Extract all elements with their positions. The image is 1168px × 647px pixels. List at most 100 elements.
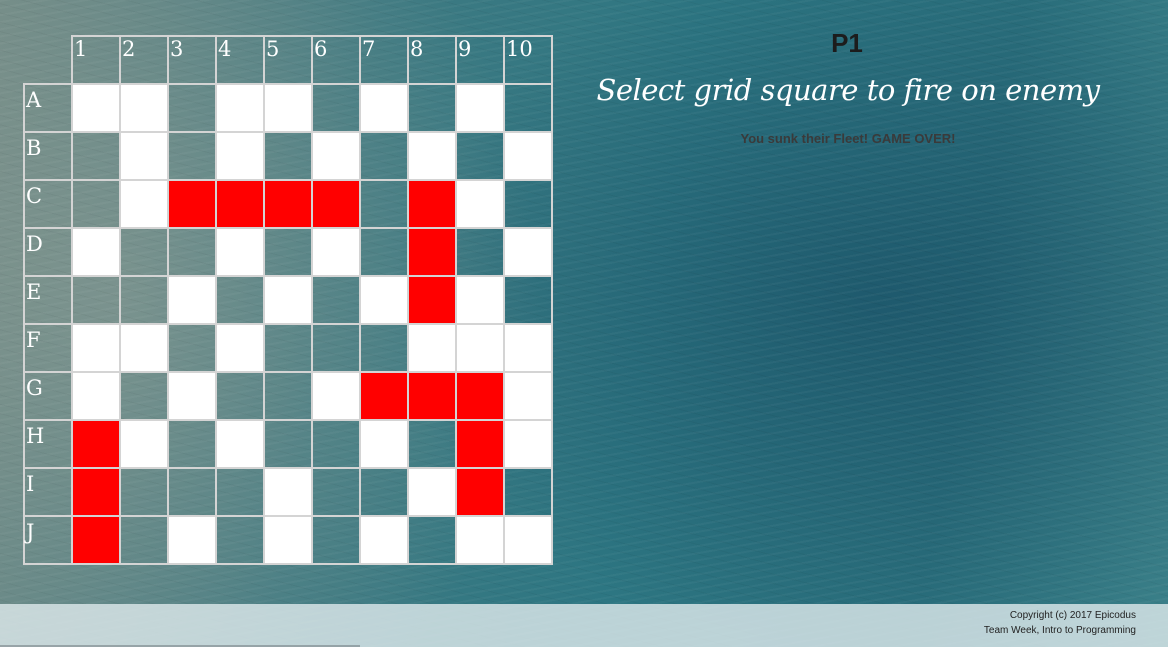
grid-square-C5[interactable] <box>263 179 313 229</box>
grid-square-I1[interactable] <box>71 467 121 517</box>
grid-square-B8[interactable] <box>407 131 457 181</box>
grid-square-B3[interactable] <box>167 131 217 181</box>
grid-square-B1[interactable] <box>71 131 121 181</box>
grid-square-H3[interactable] <box>167 419 217 469</box>
grid-square-G9[interactable] <box>455 371 505 421</box>
grid-square-J10[interactable] <box>503 515 553 565</box>
grid-square-E7[interactable] <box>359 275 409 325</box>
grid-square-A10[interactable] <box>503 83 553 133</box>
grid-square-I2[interactable] <box>119 467 169 517</box>
grid-square-H5[interactable] <box>263 419 313 469</box>
grid-square-H1[interactable] <box>71 419 121 469</box>
grid-square-J3[interactable] <box>167 515 217 565</box>
grid-square-C3[interactable] <box>167 179 217 229</box>
grid-square-J8[interactable] <box>407 515 457 565</box>
grid-square-A4[interactable] <box>215 83 265 133</box>
grid-square-A6[interactable] <box>311 83 361 133</box>
grid-square-D6[interactable] <box>311 227 361 277</box>
grid-square-F10[interactable] <box>503 323 553 373</box>
grid-square-A1[interactable] <box>71 83 121 133</box>
grid-square-C7[interactable] <box>359 179 409 229</box>
grid-square-E8[interactable] <box>407 275 457 325</box>
grid-square-J5[interactable] <box>263 515 313 565</box>
grid-square-A2[interactable] <box>119 83 169 133</box>
grid-square-B9[interactable] <box>455 131 505 181</box>
grid-square-J2[interactable] <box>119 515 169 565</box>
grid-square-D3[interactable] <box>167 227 217 277</box>
grid-square-H7[interactable] <box>359 419 409 469</box>
grid-square-I5[interactable] <box>263 467 313 517</box>
grid-square-B7[interactable] <box>359 131 409 181</box>
grid-square-G6[interactable] <box>311 371 361 421</box>
grid-square-D8[interactable] <box>407 227 457 277</box>
grid-square-J4[interactable] <box>215 515 265 565</box>
grid-square-C4[interactable] <box>215 179 265 229</box>
grid-square-H8[interactable] <box>407 419 457 469</box>
grid-square-C2[interactable] <box>119 179 169 229</box>
grid-square-J6[interactable] <box>311 515 361 565</box>
grid-square-H6[interactable] <box>311 419 361 469</box>
grid-square-G8[interactable] <box>407 371 457 421</box>
grid-square-F5[interactable] <box>263 323 313 373</box>
grid-square-I6[interactable] <box>311 467 361 517</box>
grid-square-C1[interactable] <box>71 179 121 229</box>
grid-square-F7[interactable] <box>359 323 409 373</box>
grid-square-E6[interactable] <box>311 275 361 325</box>
grid-square-I4[interactable] <box>215 467 265 517</box>
grid-square-I3[interactable] <box>167 467 217 517</box>
grid-square-F1[interactable] <box>71 323 121 373</box>
grid-square-G1[interactable] <box>71 371 121 421</box>
grid-square-D1[interactable] <box>71 227 121 277</box>
grid-square-E9[interactable] <box>455 275 505 325</box>
grid-square-C6[interactable] <box>311 179 361 229</box>
grid-square-A3[interactable] <box>167 83 217 133</box>
grid-square-D9[interactable] <box>455 227 505 277</box>
grid-square-D10[interactable] <box>503 227 553 277</box>
grid-square-J1[interactable] <box>71 515 121 565</box>
grid-square-I9[interactable] <box>455 467 505 517</box>
grid-square-B6[interactable] <box>311 131 361 181</box>
grid-square-A9[interactable] <box>455 83 505 133</box>
grid-square-B2[interactable] <box>119 131 169 181</box>
grid-square-F3[interactable] <box>167 323 217 373</box>
grid-square-E2[interactable] <box>119 275 169 325</box>
grid-square-I8[interactable] <box>407 467 457 517</box>
grid-square-D2[interactable] <box>119 227 169 277</box>
grid-square-B5[interactable] <box>263 131 313 181</box>
grid-square-F8[interactable] <box>407 323 457 373</box>
grid-square-A8[interactable] <box>407 83 457 133</box>
grid-square-F9[interactable] <box>455 323 505 373</box>
grid-square-J9[interactable] <box>455 515 505 565</box>
grid-square-H10[interactable] <box>503 419 553 469</box>
grid-square-F2[interactable] <box>119 323 169 373</box>
grid-square-H2[interactable] <box>119 419 169 469</box>
grid-square-J7[interactable] <box>359 515 409 565</box>
grid-square-E5[interactable] <box>263 275 313 325</box>
grid-square-D5[interactable] <box>263 227 313 277</box>
grid-square-G10[interactable] <box>503 371 553 421</box>
grid-square-G7[interactable] <box>359 371 409 421</box>
grid-square-E3[interactable] <box>167 275 217 325</box>
grid-square-D4[interactable] <box>215 227 265 277</box>
grid-square-H4[interactable] <box>215 419 265 469</box>
grid-square-D7[interactable] <box>359 227 409 277</box>
grid-square-B4[interactable] <box>215 131 265 181</box>
grid-square-A7[interactable] <box>359 83 409 133</box>
grid-square-B10[interactable] <box>503 131 553 181</box>
grid-square-E1[interactable] <box>71 275 121 325</box>
grid-square-E4[interactable] <box>215 275 265 325</box>
grid-square-I10[interactable] <box>503 467 553 517</box>
grid-square-F6[interactable] <box>311 323 361 373</box>
grid-square-G2[interactable] <box>119 371 169 421</box>
grid-square-I7[interactable] <box>359 467 409 517</box>
grid-square-E10[interactable] <box>503 275 553 325</box>
grid-square-F4[interactable] <box>215 323 265 373</box>
grid-square-A5[interactable] <box>263 83 313 133</box>
grid-square-C10[interactable] <box>503 179 553 229</box>
grid-square-H9[interactable] <box>455 419 505 469</box>
grid-square-C8[interactable] <box>407 179 457 229</box>
grid-square-G3[interactable] <box>167 371 217 421</box>
grid-square-G4[interactable] <box>215 371 265 421</box>
grid-square-C9[interactable] <box>455 179 505 229</box>
grid-square-G5[interactable] <box>263 371 313 421</box>
